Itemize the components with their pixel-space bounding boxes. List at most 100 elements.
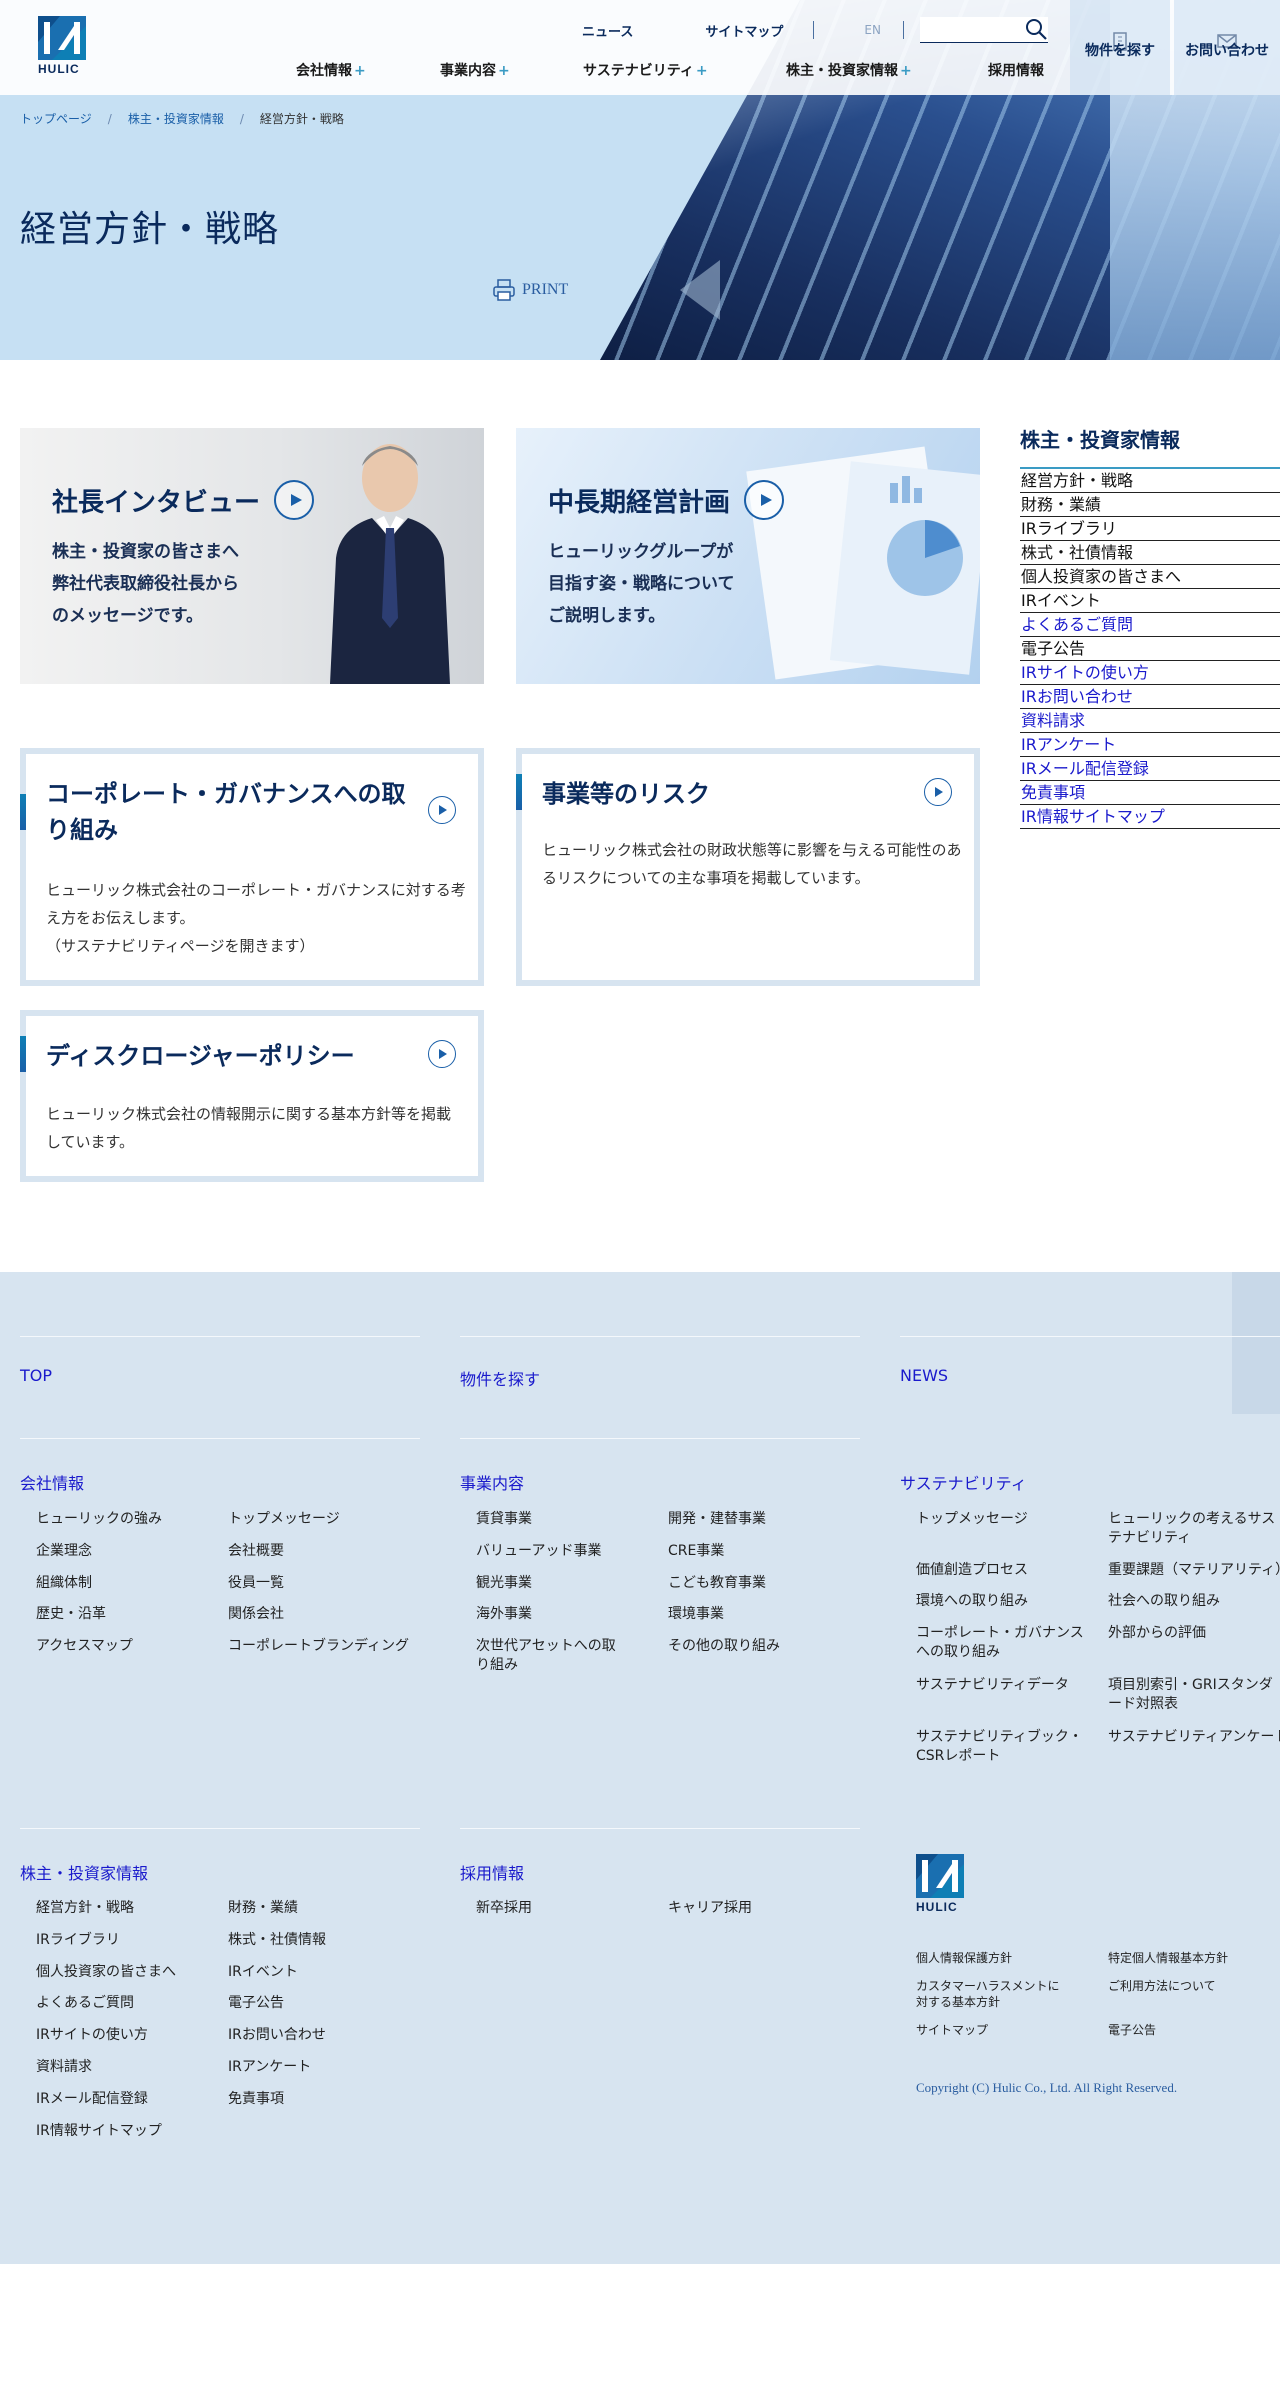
sidebar-item-public-notice[interactable]: 電子公告 bbox=[1020, 637, 1280, 661]
governance-card[interactable]: コーポレート・ガバナンスへの取り組み ヒューリック株式会社のコーポレート・ガバナ… bbox=[20, 748, 484, 986]
sidebar-item-survey[interactable]: IRアンケート bbox=[1020, 733, 1280, 757]
footer-link[interactable]: 海外事業 bbox=[476, 1605, 532, 1624]
find-property-button[interactable]: 物件を探す bbox=[1070, 0, 1170, 95]
footer-link[interactable]: 株式・社債情報 bbox=[228, 1931, 326, 1950]
footer-link[interactable]: 資料請求 bbox=[36, 2058, 92, 2077]
footer-link[interactable]: 賃貸事業 bbox=[476, 1510, 532, 1529]
nav-company[interactable]: 会社情報 + bbox=[296, 60, 440, 80]
disclosure-policy-card[interactable]: ディスクロージャーポリシー ヒューリック株式会社の情報開示に関する基本方針等を掲… bbox=[20, 1010, 484, 1182]
footer-link[interactable]: 役員一覧 bbox=[228, 1574, 284, 1593]
footer-link[interactable]: バリューアッド事業 bbox=[476, 1542, 601, 1561]
footer-link[interactable]: IRアンケート bbox=[228, 2058, 311, 2077]
breadcrumb-home[interactable]: トップページ bbox=[20, 110, 92, 127]
footer-link[interactable]: こども教育事業 bbox=[668, 1574, 766, 1593]
footer-link[interactable]: 環境事業 bbox=[668, 1605, 724, 1624]
sidebar-item-events[interactable]: IRイベント bbox=[1020, 589, 1280, 613]
sidebar-item-faq[interactable]: よくあるご質問 bbox=[1020, 613, 1280, 637]
footer-ir-heading[interactable]: 株主・投資家情報 bbox=[20, 1860, 148, 1884]
search-input[interactable] bbox=[920, 17, 1020, 41]
sitemap-link[interactable]: サイトマップ bbox=[705, 21, 783, 40]
news-link[interactable]: ニュース bbox=[582, 21, 633, 40]
footer-link[interactable]: コーポレート・ガバナンスへの取り組み bbox=[916, 1624, 1096, 1662]
footer-business-heading[interactable]: 事業内容 bbox=[460, 1470, 524, 1494]
footer-link[interactable]: 組織体制 bbox=[36, 1574, 92, 1593]
footer-legal-link[interactable]: 電子公告 bbox=[1108, 2022, 1156, 2038]
footer-link[interactable]: 歴史・沿革 bbox=[36, 1605, 106, 1624]
business-risk-card[interactable]: 事業等のリスク ヒューリック株式会社の財政状態等に影響を与える可能性のあるリスク… bbox=[516, 748, 980, 986]
footer-link[interactable]: トップメッセージ bbox=[916, 1510, 1028, 1529]
sidebar-item-mail[interactable]: IRメール配信登録 bbox=[1020, 757, 1280, 781]
sidebar-item-howto[interactable]: IRサイトの使い方 bbox=[1020, 661, 1280, 685]
footer-link[interactable]: 価値創造プロセス bbox=[916, 1561, 1028, 1580]
sidebar-item-disclaimer[interactable]: 免責事項 bbox=[1020, 781, 1280, 805]
footer-link[interactable]: IRお問い合わせ bbox=[228, 2026, 326, 2045]
sidebar-item-strategy[interactable]: 経営方針・戦略 bbox=[1020, 469, 1280, 493]
footer-link[interactable]: 環境への取り組み bbox=[916, 1592, 1028, 1611]
sidebar-item-contact[interactable]: IRお問い合わせ bbox=[1020, 685, 1280, 709]
footer-sustainability-heading[interactable]: サステナビリティ bbox=[900, 1470, 1027, 1494]
footer-link[interactable]: トップメッセージ bbox=[228, 1510, 340, 1529]
footer-logo[interactable]: HULIC bbox=[916, 1854, 968, 1916]
footer-link[interactable]: IR情報サイトマップ bbox=[36, 2122, 162, 2141]
footer-legal-link[interactable]: カスタマーハラスメントに対する基本方針 bbox=[916, 1978, 1066, 2010]
footer-link[interactable]: 観光事業 bbox=[476, 1574, 532, 1593]
footer-link[interactable]: 電子公告 bbox=[228, 1994, 284, 2013]
nav-sustainability[interactable]: サステナビリティ + bbox=[583, 60, 786, 80]
search-icon[interactable] bbox=[1024, 17, 1048, 41]
footer-link[interactable]: 会社概要 bbox=[228, 1542, 284, 1561]
footer-link[interactable]: 重要課題（マテリアリティ） bbox=[1108, 1561, 1280, 1580]
footer-link[interactable]: 開発・建替事業 bbox=[668, 1510, 766, 1529]
nav-ir[interactable]: 株主・投資家情報 + bbox=[786, 60, 988, 80]
footer-link[interactable]: IRライブラリ bbox=[36, 1931, 120, 1950]
footer-news-link[interactable]: NEWS bbox=[900, 1366, 948, 1385]
nav-business[interactable]: 事業内容 + bbox=[440, 60, 583, 80]
footer-link[interactable]: 社会への取り組み bbox=[1108, 1592, 1220, 1611]
footer-link[interactable]: 項目別索引・GRIスタンダード対照表 bbox=[1108, 1676, 1278, 1714]
nav-recruit[interactable]: 採用情報 bbox=[988, 60, 1044, 80]
footer-link[interactable]: 財務・業績 bbox=[228, 1899, 298, 1918]
footer-link[interactable]: ヒューリックの考えるサステナビリティ bbox=[1108, 1510, 1278, 1548]
footer-link[interactable]: 新卒採用 bbox=[476, 1899, 532, 1918]
sidebar-item-stock[interactable]: 株式・社債情報 bbox=[1020, 541, 1280, 565]
footer-company-heading[interactable]: 会社情報 bbox=[20, 1470, 84, 1494]
footer-link[interactable]: 次世代アセットへの取り組み bbox=[476, 1637, 616, 1675]
footer-link[interactable]: 個人投資家の皆さまへ bbox=[36, 1963, 176, 1982]
footer-link[interactable]: アクセスマップ bbox=[36, 1637, 133, 1656]
footer-link[interactable]: サステナビリティブック・CSRレポート bbox=[916, 1728, 1096, 1766]
footer-link[interactable]: IRサイトの使い方 bbox=[36, 2026, 148, 2045]
footer-link[interactable]: IRイベント bbox=[228, 1963, 298, 1982]
print-button[interactable]: PRINT bbox=[492, 278, 568, 302]
footer-legal-link[interactable]: ご利用方法について bbox=[1108, 1978, 1216, 1994]
language-en-link[interactable]: EN bbox=[864, 23, 881, 37]
footer-legal-link[interactable]: 特定個人情報基本方針 bbox=[1108, 1950, 1228, 1966]
sidebar-item-individual[interactable]: 個人投資家の皆さまへ bbox=[1020, 565, 1280, 589]
sidebar-item-library[interactable]: IRライブラリ bbox=[1020, 517, 1280, 541]
footer-link[interactable]: コーポレートブランディング bbox=[228, 1637, 409, 1656]
footer-recruit-heading[interactable]: 採用情報 bbox=[460, 1860, 524, 1884]
footer-link[interactable]: 外部からの評価 bbox=[1108, 1624, 1206, 1643]
footer-link[interactable]: 企業理念 bbox=[36, 1542, 92, 1561]
sidebar-item-financial[interactable]: 財務・業績 bbox=[1020, 493, 1280, 517]
footer-link[interactable]: サステナビリティデータ bbox=[916, 1676, 1069, 1695]
footer-link[interactable]: ヒューリックの強み bbox=[36, 1510, 162, 1529]
footer-find-property-link[interactable]: 物件を探す bbox=[460, 1366, 540, 1390]
footer-link[interactable]: IRメール配信登録 bbox=[36, 2090, 148, 2109]
sidebar-item-request[interactable]: 資料請求 bbox=[1020, 709, 1280, 733]
footer-legal-link[interactable]: サイトマップ bbox=[916, 2022, 988, 2038]
president-interview-banner[interactable]: 社長インタビュー 株主・投資家の皆さまへ 弊社代表取締役社長から のメッセージで… bbox=[20, 428, 484, 684]
footer-top-link[interactable]: TOP bbox=[20, 1366, 52, 1385]
contact-button[interactable]: お問い合わせ bbox=[1174, 0, 1280, 95]
site-logo[interactable]: HULIC bbox=[38, 16, 90, 78]
footer-link[interactable]: サステナビリティアンケート bbox=[1108, 1728, 1280, 1747]
breadcrumb-ir[interactable]: 株主・投資家情報 bbox=[128, 110, 224, 127]
footer-link[interactable]: 免責事項 bbox=[228, 2090, 284, 2109]
footer-link[interactable]: 経営方針・戦略 bbox=[36, 1899, 134, 1918]
sidebar-item-sitemap[interactable]: IR情報サイトマップ bbox=[1020, 805, 1280, 829]
footer-link[interactable]: キャリア採用 bbox=[668, 1899, 752, 1918]
footer-link[interactable]: その他の取り組み bbox=[668, 1637, 780, 1656]
footer-link[interactable]: 関係会社 bbox=[228, 1605, 284, 1624]
footer-legal-link[interactable]: 個人情報保護方針 bbox=[916, 1950, 1012, 1966]
footer-link[interactable]: CRE事業 bbox=[668, 1542, 724, 1561]
midterm-plan-banner[interactable]: 中長期経営計画 ヒューリックグループが 目指す姿・戦略について ご説明します。 bbox=[516, 428, 980, 684]
footer-link[interactable]: よくあるご質問 bbox=[36, 1994, 134, 2013]
